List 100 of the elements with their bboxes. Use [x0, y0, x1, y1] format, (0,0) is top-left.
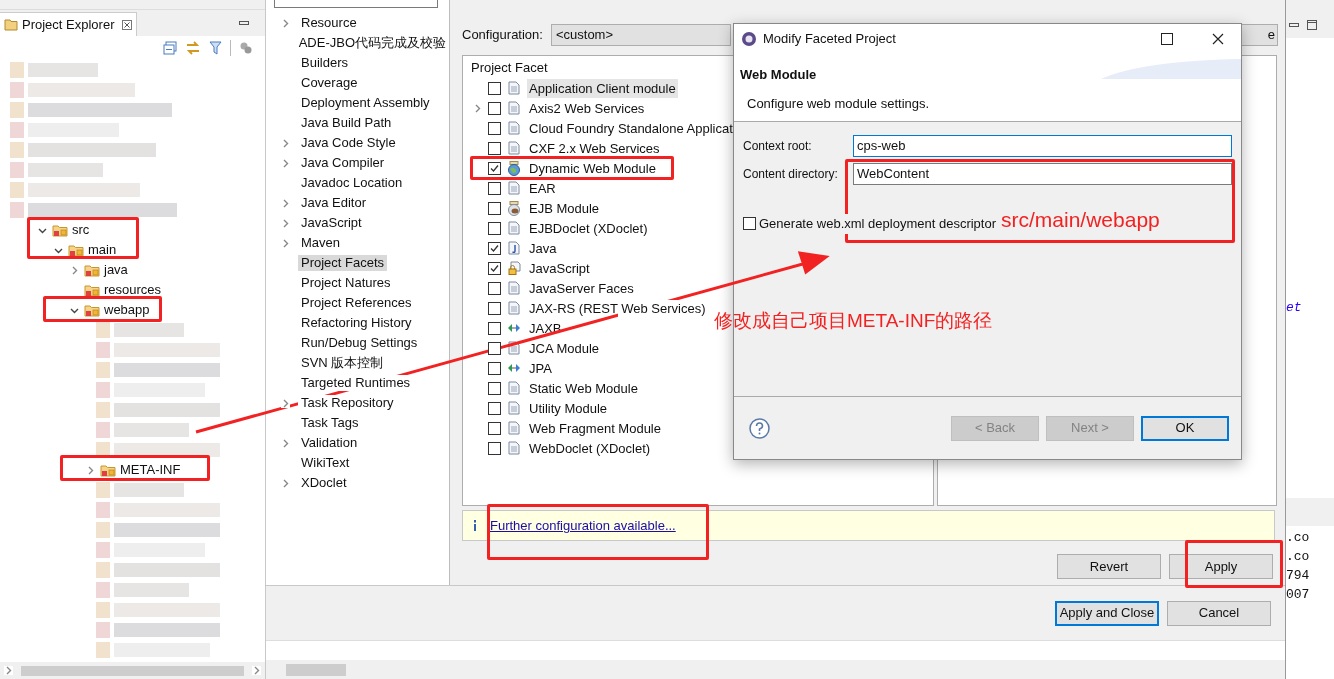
checkbox[interactable]	[488, 201, 501, 215]
checkbox[interactable]	[488, 81, 501, 95]
field-label: Content directory:	[743, 167, 838, 182]
checkbox-label[interactable]: Generate web.xml deployment descriptor	[759, 214, 996, 234]
facet-name[interactable]: CXF 2.x Web Services	[527, 138, 662, 158]
column-header: Project Facet	[471, 59, 548, 77]
annotation-note: 修改成自己项目META-INF的路径	[714, 309, 993, 333]
expand-chevron-icon[interactable]	[281, 398, 290, 408]
text-field[interactable]: cps-web	[853, 135, 1232, 157]
facet-name[interactable]: JavaScript	[527, 258, 592, 278]
tree-item[interactable]: META-INF	[120, 460, 181, 480]
expand-chevron-icon[interactable]	[281, 238, 290, 248]
checkbox[interactable]	[488, 321, 501, 335]
package-folder-icon	[52, 223, 68, 237]
horizontal-scrollbar[interactable]	[0, 662, 265, 679]
scroll-right-icon[interactable]	[252, 666, 261, 675]
checkbox[interactable]	[488, 381, 501, 395]
close-icon[interactable]	[122, 19, 133, 30]
expand-chevron-icon[interactable]	[473, 103, 482, 113]
tree-item[interactable]: src	[72, 220, 90, 240]
nav-item[interactable]: ADE-JBO代码完成及校验	[295, 35, 449, 51]
nav-item[interactable]: Task Repository	[298, 395, 397, 411]
help-icon[interactable]	[749, 417, 770, 439]
facet-name[interactable]: Application Client module	[527, 78, 678, 98]
checkbox[interactable]	[488, 121, 501, 135]
action-button[interactable]: Revert	[1057, 554, 1161, 579]
package-folder-icon	[100, 463, 116, 477]
facet-name[interactable]: JavaServer Faces	[527, 278, 636, 298]
checkbox[interactable]	[743, 217, 756, 231]
configuration-dropdown[interactable]: <custom>	[550, 24, 731, 46]
action-button[interactable]: Apply	[1169, 554, 1273, 579]
expand-chevron-icon[interactable]	[281, 218, 290, 228]
minimize-icon[interactable]	[239, 21, 249, 26]
checkbox[interactable]	[488, 181, 501, 195]
facet-name[interactable]: Axis2 Web Services	[527, 98, 647, 118]
minimize-icon[interactable]	[1289, 22, 1299, 28]
filter-field[interactable]	[274, 0, 438, 8]
document-icon	[508, 81, 520, 95]
document-icon	[508, 401, 520, 415]
checkbox[interactable]	[488, 441, 501, 455]
checkbox[interactable]	[488, 161, 501, 175]
close-icon[interactable]	[1212, 33, 1224, 45]
scroll-thumb[interactable]	[286, 663, 346, 676]
checkbox[interactable]	[488, 401, 501, 415]
expand-chevron-icon[interactable]	[281, 438, 290, 448]
further-configuration-link[interactable]: Further configuration available...	[490, 515, 676, 536]
expand-chevron-icon[interactable]	[281, 198, 290, 208]
wizard-button[interactable]: OK	[1141, 415, 1229, 441]
nav-item[interactable]: JavaScript	[298, 215, 365, 231]
facet-name[interactable]: WebDoclet (XDoclet)	[527, 438, 653, 458]
expand-chevron-icon[interactable]	[281, 18, 290, 28]
tree-item[interactable]: main	[88, 240, 117, 260]
facet-name[interactable]: Utility Module	[527, 398, 610, 418]
facet-name[interactable]: EJBDoclet (XDoclet)	[527, 218, 650, 238]
java-file-icon	[508, 241, 520, 255]
facet-name[interactable]: Dynamic Web Module	[527, 158, 658, 178]
facet-name[interactable]: JAX-RS (REST Web Services)	[527, 298, 708, 318]
tree-item[interactable]: java	[104, 260, 128, 280]
expand-chevron-icon[interactable]	[281, 158, 290, 168]
facet-name[interactable]: Web Fragment Module	[527, 418, 663, 438]
annotation-note: src/main/webapp	[1001, 207, 1160, 233]
checkbox[interactable]	[488, 261, 501, 275]
text-field[interactable]: WebContent	[853, 163, 1232, 185]
facet-name[interactable]: EJB Module	[527, 198, 602, 218]
gears-icon[interactable]	[239, 41, 253, 55]
checkbox[interactable]	[488, 301, 501, 315]
checkbox[interactable]	[488, 281, 501, 295]
checkbox[interactable]	[488, 141, 501, 155]
facet-name[interactable]: Java	[527, 238, 559, 258]
expand-chevron-icon[interactable]	[281, 478, 290, 488]
collapse-all-icon[interactable]	[163, 41, 177, 55]
checkbox[interactable]	[488, 221, 501, 235]
side-button[interactable]: e	[1242, 24, 1278, 46]
document-icon	[508, 181, 520, 195]
document-icon	[508, 121, 520, 135]
nav-item[interactable]: Java Code Style	[298, 135, 399, 151]
facet-name[interactable]: JCA Module	[527, 338, 602, 358]
checkbox[interactable]	[488, 241, 501, 255]
tree-item[interactable]: resources	[104, 280, 162, 300]
checkbox[interactable]	[488, 341, 501, 355]
maximize-icon[interactable]	[1161, 33, 1173, 45]
expand-chevron-icon[interactable]	[281, 138, 290, 148]
dialog-button[interactable]: Apply and Close	[1055, 600, 1159, 626]
document-icon	[508, 421, 520, 435]
document-icon	[508, 101, 520, 115]
dialog-button[interactable]: Cancel	[1167, 600, 1271, 626]
scroll-left-icon[interactable]	[4, 666, 13, 675]
document-icon	[508, 281, 520, 295]
globe-jar-icon	[507, 160, 521, 176]
facet-name[interactable]: JPA	[527, 358, 554, 378]
checkbox[interactable]	[488, 361, 501, 375]
filter-icon[interactable]	[209, 41, 222, 55]
maximize-icon[interactable]	[1307, 20, 1317, 30]
facet-name[interactable]: EAR	[527, 178, 558, 198]
checkbox[interactable]	[488, 421, 501, 435]
checkbox[interactable]	[488, 101, 501, 115]
tree-item[interactable]: webapp	[104, 300, 150, 320]
nav-item[interactable]: Project Facets	[298, 255, 388, 271]
info-icon	[473, 520, 477, 531]
facet-name[interactable]: Static Web Module	[527, 378, 640, 398]
